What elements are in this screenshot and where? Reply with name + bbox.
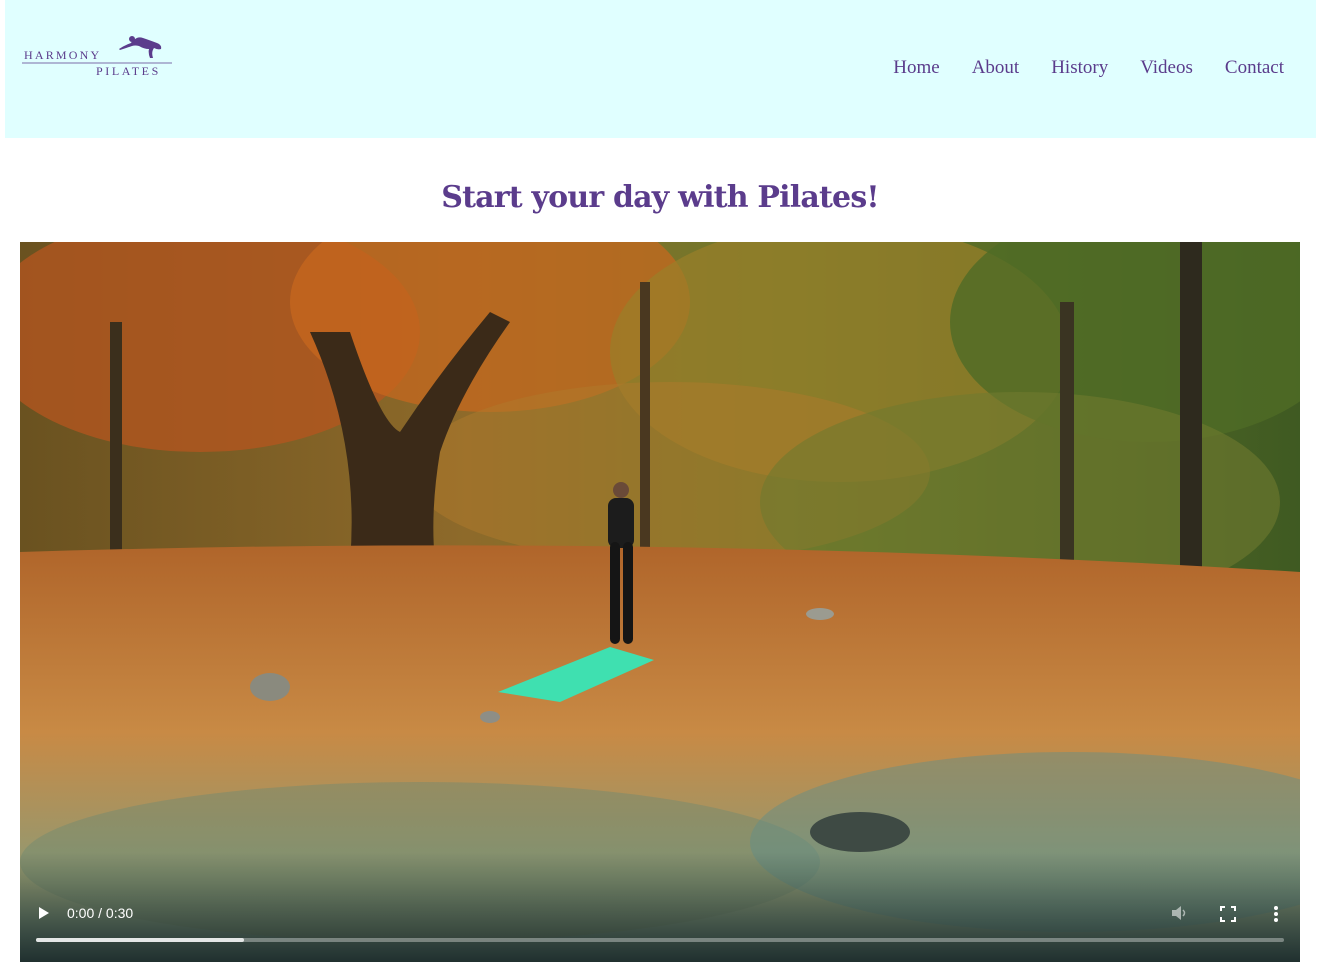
time-display: 0:00 / 0:30 bbox=[67, 905, 134, 921]
volume-icon[interactable] bbox=[1170, 904, 1190, 922]
video-player[interactable]: 0:00 / 0:30 bbox=[20, 242, 1300, 962]
more-vert-icon[interactable] bbox=[1271, 904, 1281, 924]
nav-about[interactable]: About bbox=[972, 57, 1020, 79]
nav-contact[interactable]: Contact bbox=[1225, 57, 1284, 79]
controls-bar bbox=[20, 852, 1300, 962]
svg-text:PILATES: PILATES bbox=[96, 64, 161, 78]
svg-text:HARMONY: HARMONY bbox=[24, 48, 101, 62]
progress-buffered bbox=[36, 938, 245, 942]
harmony-pilates-logo: HARMONY PILATES bbox=[22, 36, 172, 78]
progress-bar[interactable] bbox=[36, 938, 1284, 942]
site-header: HARMONY PILATES Home About History Video… bbox=[5, 0, 1316, 138]
nav-history[interactable]: History bbox=[1051, 57, 1108, 79]
nav-home[interactable]: Home bbox=[893, 57, 939, 79]
logo[interactable]: HARMONY PILATES bbox=[22, 30, 172, 80]
page-headline: Start your day with Pilates! bbox=[441, 180, 879, 215]
main-nav: Home About History Videos Contact bbox=[893, 57, 1284, 79]
nav-videos[interactable]: Videos bbox=[1140, 57, 1193, 79]
play-icon[interactable] bbox=[36, 904, 52, 922]
fullscreen-icon[interactable] bbox=[1220, 906, 1236, 922]
